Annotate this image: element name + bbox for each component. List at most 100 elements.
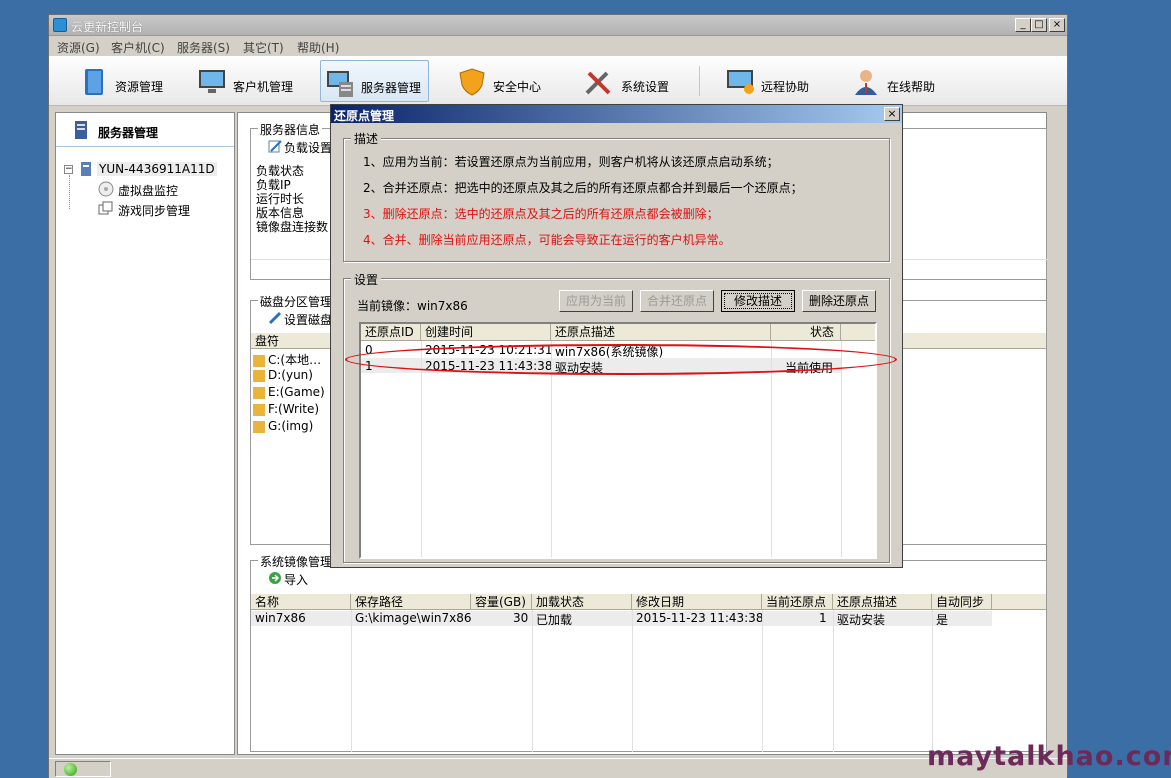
dialog-title-bar: 还原点管理 ×	[331, 105, 902, 123]
toolbar-security[interactable]: 安全中心	[453, 60, 553, 102]
grid-line	[762, 610, 763, 752]
minimize-button[interactable]: _	[1015, 18, 1031, 32]
disk-item[interactable]: E:(Game)	[253, 385, 325, 399]
support-person-icon	[855, 70, 877, 95]
disk-legend: 磁盘分区管理	[258, 293, 335, 310]
maximize-button[interactable]: □	[1031, 18, 1047, 32]
drive-icon	[253, 403, 265, 416]
grid-line	[421, 341, 422, 557]
column-header[interactable]: 修改日期	[632, 594, 762, 610]
toolbar-label: 在线帮助	[887, 80, 936, 94]
toolbar-label: 安全中心	[493, 80, 542, 94]
edit-description-button[interactable]: 修改描述	[721, 290, 795, 312]
toolbar-label: 资源管理	[115, 80, 164, 94]
list-header-row: 还原点ID 创建时间 还原点描述 状态	[361, 324, 875, 341]
disk-item[interactable]: C:(本地…	[253, 351, 321, 368]
online-status-icon	[64, 763, 77, 776]
sidebar: 服务器管理 − YUN-4436911A11D 虚拟盘监控 游戏同步管理	[55, 112, 235, 755]
title-bar: 云更新控制台 _ □ ×	[49, 15, 1067, 36]
window-title: 云更新控制台	[71, 20, 144, 34]
column-header[interactable]: 加载状态	[532, 594, 632, 610]
toolbar: 资源管理 客户机管理 服务器管理 安全中心 系统设置 远程协助 在线帮助	[49, 56, 1067, 106]
disk-item[interactable]: G:(img)	[253, 419, 313, 433]
remote-monitor-icon	[727, 70, 754, 94]
delete-restore-point-button[interactable]: 删除还原点	[802, 290, 876, 312]
disk-label: G:(img)	[268, 419, 314, 433]
column-header[interactable]: 容量(GB)	[471, 594, 532, 610]
drive-icon	[253, 369, 265, 382]
column-header[interactable]: 状态	[771, 324, 841, 340]
toolbar-label: 系统设置	[621, 80, 670, 94]
grid-line	[771, 341, 772, 557]
column-header[interactable]: 盘符	[251, 333, 331, 349]
status-panel	[55, 761, 111, 777]
toolbar-settings[interactable]: 系统设置	[579, 60, 679, 102]
monitor-icon	[199, 70, 225, 93]
menu-clients[interactable]: 客户机(C)	[111, 39, 165, 56]
column-header[interactable]: 名称	[251, 594, 351, 610]
grid-line	[532, 610, 533, 752]
sync-windows-icon	[98, 201, 113, 215]
images-header-row: 名称 保存路径 容量(GB) 加载状态 修改日期 当前还原点 还原点描述 自动同…	[251, 594, 1046, 610]
column-header[interactable]: 保存路径	[351, 594, 471, 610]
table-row[interactable]: win7x86 G:\kimage\win7x86 30 已加载 2015-11…	[251, 611, 992, 627]
close-button[interactable]: ×	[1049, 18, 1065, 32]
toolbar-server[interactable]: 服务器管理	[320, 60, 429, 102]
menu-bar: 资源(G) 客户机(C) 服务器(S) 其它(T) 帮助(H)	[49, 36, 1067, 56]
toolbar-label: 服务器管理	[361, 81, 422, 95]
import-button[interactable]: 导入	[284, 571, 308, 588]
column-header[interactable]: 还原点描述	[551, 324, 771, 340]
tree-server-node[interactable]: YUN-4436911A11D	[97, 162, 217, 176]
menu-resources[interactable]: 资源(G)	[57, 39, 100, 56]
server-stack-icon	[75, 121, 87, 139]
server-node-icon	[81, 162, 91, 176]
warning-line: 4、合并、删除当前应用还原点，可能会导致正在运行的客户机异常。	[363, 233, 731, 247]
server-info-legend: 服务器信息	[258, 121, 323, 138]
toolbar-label: 远程协助	[761, 80, 810, 94]
merge-restore-point-button[interactable]: 合并还原点	[640, 290, 714, 312]
current-image-label: 当前镜像：win7x86	[357, 299, 468, 313]
images-legend: 系统镜像管理	[258, 553, 335, 570]
column-header[interactable]: 当前还原点	[762, 594, 833, 610]
column-header[interactable]: 创建时间	[421, 324, 551, 340]
sidebar-title: 服务器管理	[98, 126, 159, 140]
disk-label: C:(本地…	[268, 353, 322, 367]
toolbar-separator	[699, 66, 700, 96]
disk-item[interactable]: F:(Write)	[253, 402, 319, 416]
set-disk-button[interactable]: 设置磁盘	[284, 311, 332, 328]
tree-item-game-sync[interactable]: 游戏同步管理	[118, 202, 190, 219]
grid-line	[833, 610, 834, 752]
warning-line: 3、删除还原点：选中的还原点及其之后的所有还原点都会被删除；	[363, 207, 719, 221]
disk-label: F:(Write)	[268, 402, 320, 416]
sidebar-header: 服务器管理	[56, 113, 234, 147]
table-cell: 30	[513, 611, 529, 625]
watermark: maytalkhao.com	[927, 741, 1171, 772]
import-arrow-icon	[269, 572, 281, 584]
toolbar-label: 客户机管理	[233, 80, 294, 94]
menu-server[interactable]: 服务器(S)	[177, 39, 230, 56]
grid-line	[632, 610, 633, 752]
table-cell: 驱动安装	[837, 613, 886, 627]
grid-line	[932, 610, 933, 752]
column-header[interactable]: 自动同步	[932, 594, 992, 610]
table-cell: 是	[936, 613, 949, 627]
load-settings-button[interactable]: 负载设置	[284, 139, 332, 156]
column-header[interactable]: 还原点ID	[361, 324, 421, 340]
column-header[interactable]: 还原点描述	[833, 594, 932, 610]
toolbar-resources[interactable]: 资源管理	[73, 60, 173, 102]
menu-help[interactable]: 帮助(H)	[297, 39, 339, 56]
description-legend: 描述	[351, 130, 382, 147]
tree-collapse-toggle[interactable]: −	[64, 165, 73, 174]
menu-other[interactable]: 其它(T)	[243, 39, 284, 56]
dialog-close-button[interactable]: ×	[884, 107, 900, 121]
disk-item[interactable]: D:(yun)	[253, 368, 313, 382]
table-cell: 已加载	[536, 613, 573, 627]
tools-icon	[585, 71, 611, 95]
highlight-ellipse	[345, 344, 897, 375]
apply-as-current-button[interactable]: 应用为当前	[559, 290, 633, 312]
toolbar-help[interactable]: 在线帮助	[847, 60, 947, 102]
toolbar-clients[interactable]: 客户机管理	[193, 60, 303, 102]
tree-item-virtual-disk[interactable]: 虚拟盘监控	[118, 182, 178, 199]
toolbar-remote[interactable]: 远程协助	[721, 60, 821, 102]
cloud-app-icon	[53, 18, 67, 32]
